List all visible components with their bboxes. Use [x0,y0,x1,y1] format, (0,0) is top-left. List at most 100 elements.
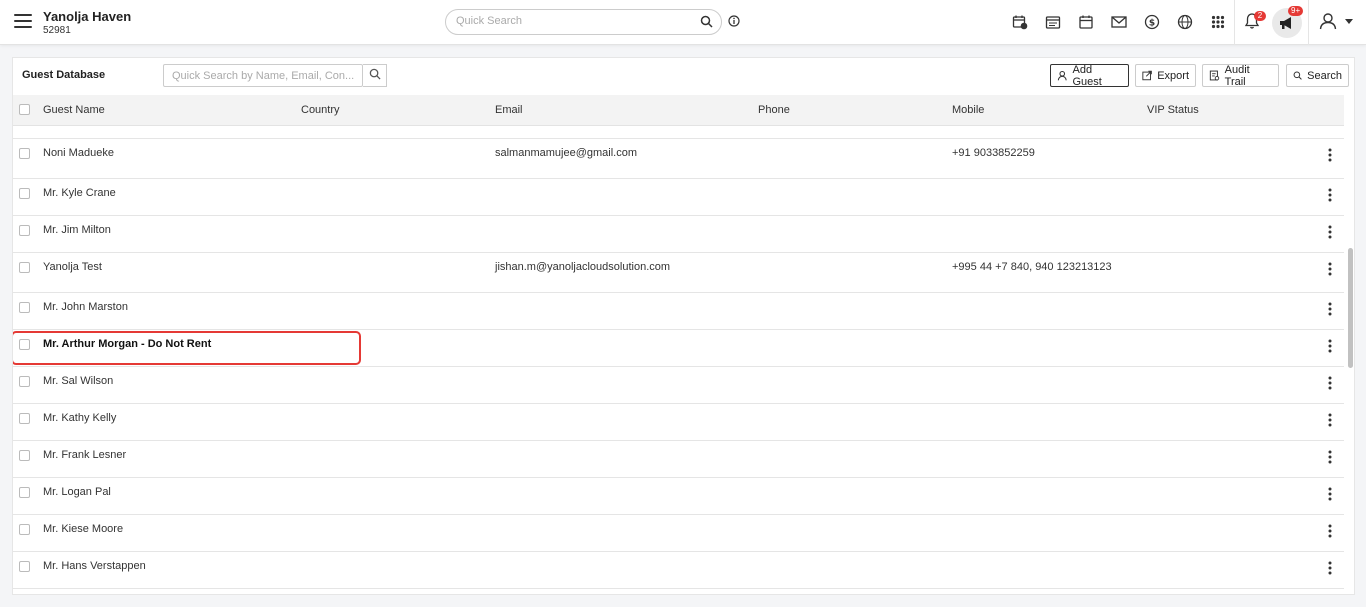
guest-name[interactable]: Mr. Frank Lesner [43,449,126,461]
more-options-icon[interactable] [1328,188,1332,205]
chevron-down-icon[interactable] [1345,19,1353,24]
top-icon-bar: $ [1003,12,1234,32]
table-row[interactable]: Mr. Logan Pal [13,478,1344,515]
calendar-clock-icon[interactable] [1003,12,1036,32]
search-icon[interactable] [700,15,713,31]
table-scrollbar[interactable] [1348,95,1354,593]
more-options-icon[interactable] [1328,339,1332,356]
audit-trail-button[interactable]: Audit Trail [1202,63,1279,88]
guest-email: jishan.m@yanoljacloudsolution.com [495,261,671,273]
row-checkbox[interactable] [19,188,30,199]
more-options-icon[interactable] [1328,225,1332,242]
table-row[interactable]: Mr. Kathy Kelly [13,404,1344,441]
row-checkbox[interactable] [19,487,30,498]
more-options-icon[interactable] [1328,561,1332,578]
search-label: Search [1307,69,1342,82]
svg-text:$: $ [1148,19,1154,29]
row-checkbox[interactable] [19,148,30,159]
divider [1308,0,1309,45]
row-checkbox[interactable] [19,262,30,273]
guest-search-input[interactable] [172,70,362,82]
table-row[interactable]: Noni Madueke salmanmamujee@gmail.com +91… [13,139,1344,179]
more-options-icon[interactable] [1328,487,1332,504]
column-header-vip-status[interactable]: VIP Status [1147,104,1199,116]
export-label: Export [1157,69,1189,82]
guest-mobile: +995 44 +7 840, 940 123213123 [952,261,1112,273]
guest-name[interactable]: Mr. Logan Pal [43,486,111,498]
scrollbar-thumb[interactable] [1348,248,1353,368]
guest-search-button[interactable] [363,64,387,87]
table-row-flagged[interactable]: Mr. Arthur Morgan - Do Not Rent [13,330,1344,367]
column-header-country[interactable]: Country [301,104,340,116]
calendar-icon[interactable] [1069,12,1102,32]
more-options-icon[interactable] [1328,413,1332,430]
column-header-phone[interactable]: Phone [758,104,790,116]
column-header-email[interactable]: Email [495,104,523,116]
more-options-icon[interactable] [1328,148,1332,165]
audit-icon [1209,70,1220,81]
calendar-list-icon[interactable] [1036,12,1069,32]
apps-grid-icon[interactable] [1201,12,1234,32]
export-button[interactable]: Export [1135,64,1196,87]
property-name: Yanolja Haven [43,9,132,24]
menu-icon[interactable] [14,14,32,30]
table-row[interactable]: Mr. Kyle Crane [13,179,1344,216]
more-options-icon[interactable] [1328,262,1332,279]
table-row[interactable]: Mr. Frank Lesner [13,441,1344,478]
megaphone-icon [1279,16,1295,33]
guest-name[interactable]: Mr. Jim Milton [43,224,111,236]
row-checkbox[interactable] [19,376,30,387]
guest-email: salmanmamujee@gmail.com [495,147,637,159]
search-button[interactable]: Search [1286,64,1349,87]
quick-search-input[interactable] [456,15,686,27]
search-icon [1293,71,1302,80]
more-options-icon[interactable] [1328,524,1332,541]
row-checkbox[interactable] [19,413,30,424]
more-options-icon[interactable] [1328,450,1332,467]
add-guest-label: Add Guest [1072,63,1102,88]
user-icon [1057,70,1067,81]
guest-name[interactable]: Mr. Kyle Crane [43,187,116,199]
guest-name[interactable]: Noni Madueke [43,147,114,159]
notification-count-badge: 2 [1254,11,1266,21]
guest-database-panel: Guest Database Add Guest Export Audit Tr… [12,57,1355,595]
guest-name[interactable]: Mr. Kathy Kelly [43,412,116,424]
quick-search-box [445,9,722,35]
table-row-partial [13,126,1344,139]
table-row[interactable]: Mr. Sal Wilson [13,367,1344,404]
table-row[interactable]: Yanolja Test jishan.m@yanoljacloudsoluti… [13,253,1344,293]
column-header-guest-name[interactable]: Guest Name [43,104,105,116]
table-row[interactable]: Mr. Hans Verstappen [13,552,1344,589]
guest-name[interactable]: Mr. Kiese Moore [43,523,123,535]
table-row[interactable]: Mr. Jim Milton [13,216,1344,253]
top-bar: Yanolja Haven 52981 $ [0,0,1366,45]
row-checkbox[interactable] [19,339,30,350]
guest-name[interactable]: Mr. Arthur Morgan - Do Not Rent [43,338,211,350]
user-icon[interactable] [1319,12,1337,33]
panel-title: Guest Database [22,69,106,81]
guest-name[interactable]: Mr. John Marston [43,301,128,313]
guest-search-box [163,64,363,87]
more-options-icon[interactable] [1328,376,1332,393]
table-header: Guest Name Country Email Phone Mobile VI… [13,95,1344,126]
row-checkbox[interactable] [19,561,30,572]
table-row[interactable]: Mr. John Marston [13,293,1344,330]
table-row[interactable]: Mr. Kiese Moore [13,515,1344,552]
dollar-icon[interactable]: $ [1135,12,1168,32]
info-icon[interactable] [728,15,740,30]
mail-icon[interactable] [1102,12,1135,32]
add-guest-button[interactable]: Add Guest [1050,63,1129,88]
row-checkbox[interactable] [19,225,30,236]
guest-name[interactable]: Mr. Hans Verstappen [43,560,146,572]
globe-icon[interactable] [1168,12,1201,32]
guest-name[interactable]: Mr. Sal Wilson [43,375,113,387]
more-options-icon[interactable] [1328,302,1332,319]
row-checkbox[interactable] [19,302,30,313]
guest-name[interactable]: Yanolja Test [43,261,102,273]
row-checkbox[interactable] [19,450,30,461]
column-header-mobile[interactable]: Mobile [952,104,984,116]
row-checkbox[interactable] [19,524,30,535]
audit-trail-label: Audit Trail [1224,63,1250,88]
announcement-count-badge: 9+ [1288,6,1304,16]
select-all-checkbox[interactable] [19,104,30,115]
